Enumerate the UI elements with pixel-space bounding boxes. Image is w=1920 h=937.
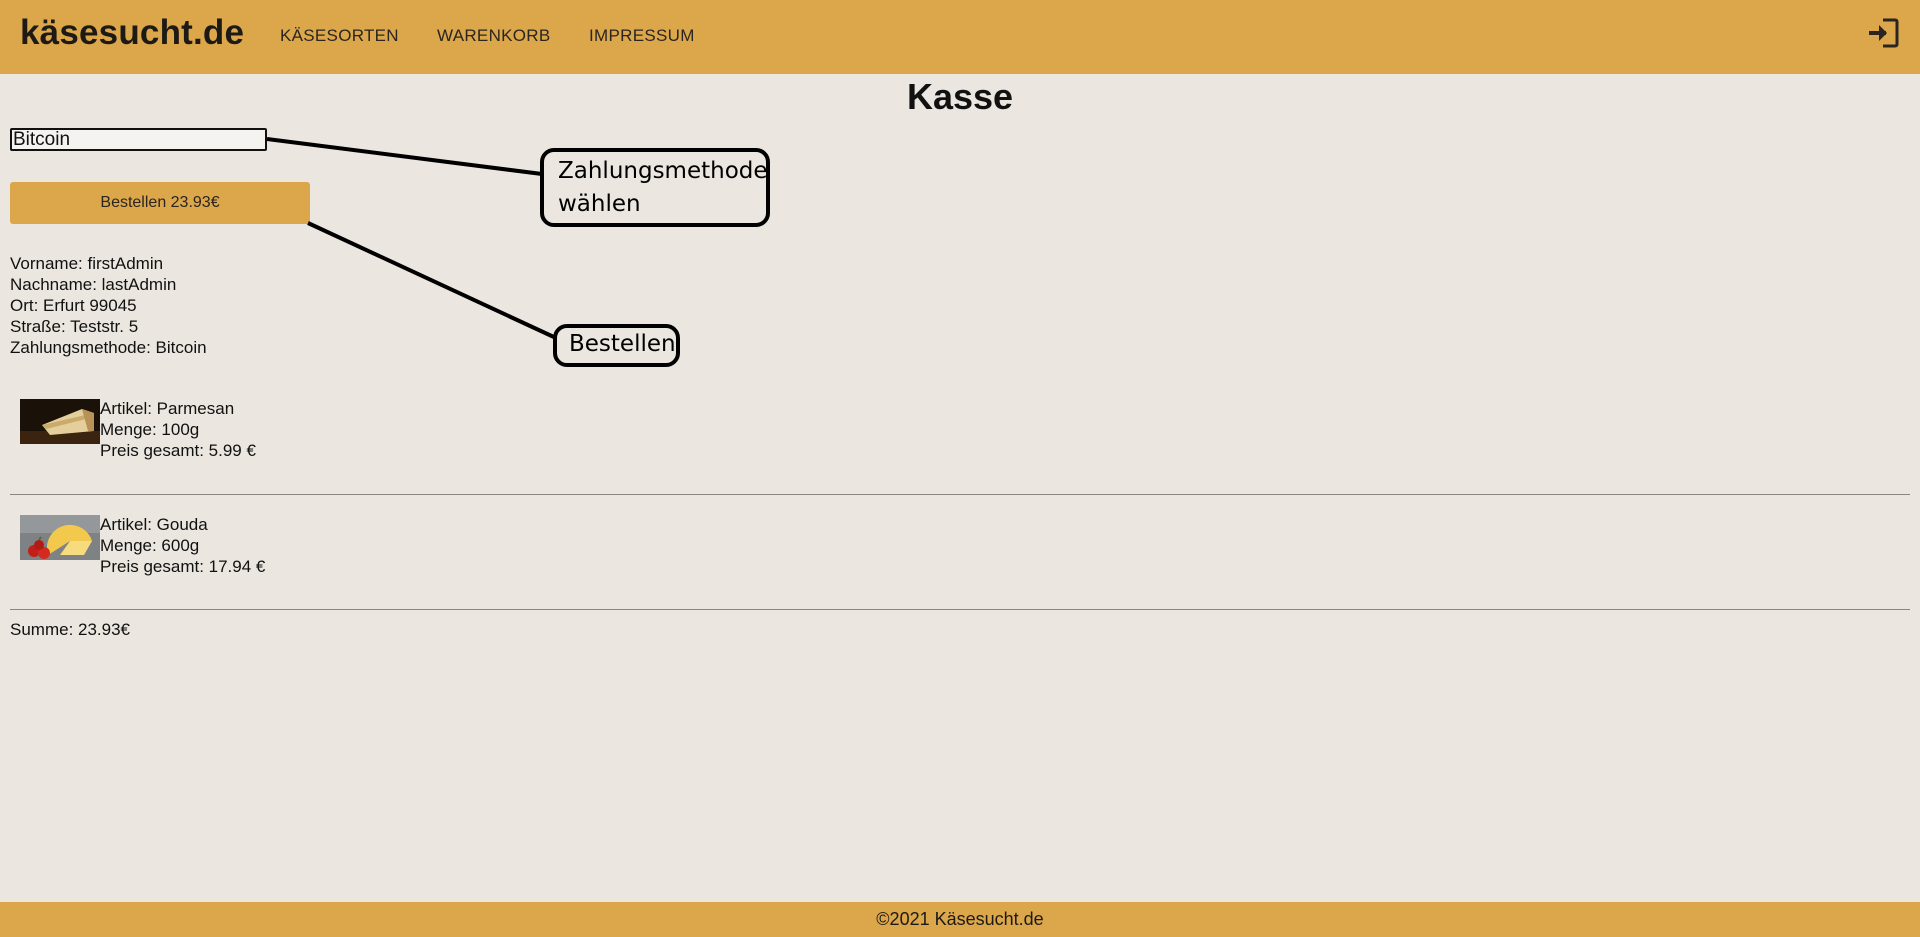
order-callout-line [307, 221, 557, 340]
payment-method-callout: Zahlungsmethode wählen [540, 148, 770, 227]
order-callout: Bestellen [553, 324, 680, 367]
annotation-lines [266, 137, 557, 340]
payment-callout-line [266, 137, 543, 176]
